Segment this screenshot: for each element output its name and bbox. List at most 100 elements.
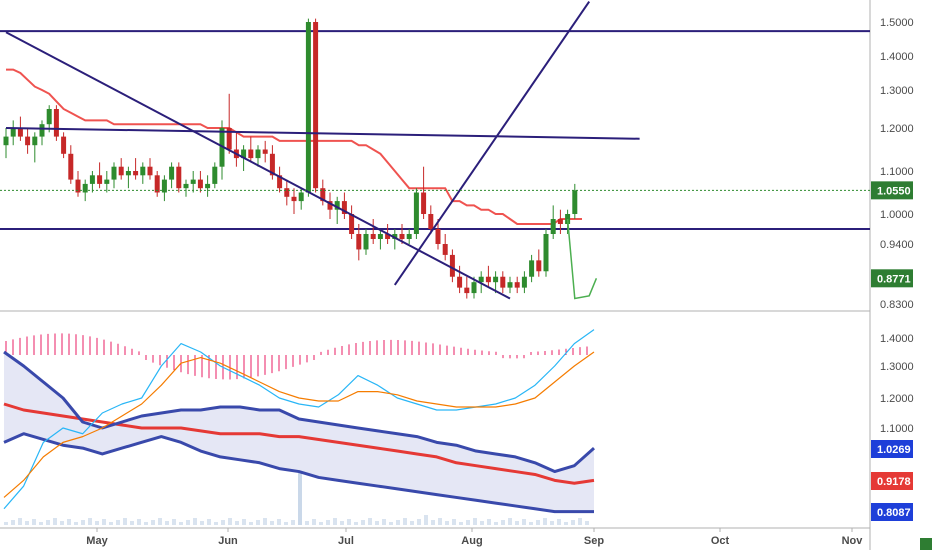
volume-bar xyxy=(424,515,428,525)
candle-body xyxy=(370,234,376,239)
volume-bar xyxy=(305,521,309,525)
candle-body xyxy=(25,136,31,146)
x-tick-label: Oct xyxy=(711,535,730,547)
volume-bar xyxy=(319,522,323,525)
candle-body xyxy=(17,128,23,137)
y-tick-label: 1.2000 xyxy=(880,393,914,405)
volume-bar xyxy=(4,522,8,525)
candle-body xyxy=(89,175,95,184)
y-tick-label: 1.3000 xyxy=(880,85,914,97)
volume-bar xyxy=(452,519,456,525)
candle-body xyxy=(32,136,38,146)
y-tick-label: 1.5000 xyxy=(880,17,914,29)
volume-bar xyxy=(284,522,288,525)
green-line-label: 0.8771 xyxy=(877,273,911,285)
y-tick-label: 1.1000 xyxy=(880,423,914,435)
volume-bar xyxy=(46,520,50,525)
candle-body xyxy=(543,234,549,272)
volume-bar xyxy=(137,519,141,525)
candle-body xyxy=(183,183,189,189)
y-tick-label: 1.0000 xyxy=(880,209,914,221)
candle-body xyxy=(493,276,499,283)
candle-body xyxy=(428,214,434,229)
x-tick-label: Jun xyxy=(218,535,238,547)
volume-bar xyxy=(123,518,127,525)
volume-bar xyxy=(144,522,148,525)
candle-body xyxy=(363,234,369,250)
volume-bar xyxy=(200,521,204,525)
x-tick-label: Jul xyxy=(338,535,354,547)
volume-bar xyxy=(214,522,218,525)
volume-bar xyxy=(361,520,365,525)
volume-bar xyxy=(578,518,582,525)
indicator-badge-label: 0.9178 xyxy=(877,476,911,488)
volume-bar xyxy=(340,521,344,525)
volume-bar xyxy=(564,522,568,525)
volume-bar xyxy=(459,522,463,525)
last-price-label: 1.0550 xyxy=(877,185,911,197)
volume-bar xyxy=(109,522,113,525)
candle-body xyxy=(500,276,506,288)
volume-bar xyxy=(193,518,197,525)
volume-bar xyxy=(522,519,526,525)
volume-bar xyxy=(543,518,547,525)
candle-body xyxy=(521,276,527,288)
candle-body xyxy=(53,109,59,137)
volume-bar xyxy=(39,522,43,525)
volume-bar xyxy=(11,520,15,525)
volume-bar xyxy=(25,521,29,525)
y-tick-label: 1.2000 xyxy=(880,123,914,135)
x-tick-label: May xyxy=(86,535,108,547)
candle-body xyxy=(255,149,261,159)
candle-body xyxy=(212,166,218,184)
x-tick-label: Sep xyxy=(584,535,604,547)
candle-body xyxy=(449,254,455,277)
candle-body xyxy=(10,128,16,137)
volume-bar xyxy=(186,520,190,525)
volume-bar xyxy=(263,518,267,525)
candle-body xyxy=(399,234,405,239)
volume-bar xyxy=(312,519,316,525)
candle-body xyxy=(356,234,362,250)
x-tick-label: Aug xyxy=(461,535,482,547)
volume-bar xyxy=(438,518,442,525)
volume-bar xyxy=(571,520,575,525)
candle-body xyxy=(435,229,441,244)
y-tick-label: 1.4000 xyxy=(880,333,914,345)
candle-body xyxy=(514,282,520,288)
volume-bar xyxy=(445,521,449,525)
candle-body xyxy=(406,234,412,239)
volume-bar xyxy=(389,522,393,525)
candle-body xyxy=(197,179,203,189)
volume-bar xyxy=(557,519,561,525)
candle-body xyxy=(464,287,470,294)
volume-bar xyxy=(333,518,337,525)
volume-bar xyxy=(375,521,379,525)
candle-body xyxy=(111,166,117,180)
volume-bar xyxy=(515,521,519,525)
volume-bar xyxy=(151,520,155,525)
candle-body xyxy=(529,260,535,277)
volume-bar xyxy=(158,518,162,525)
candle-body xyxy=(61,136,67,154)
candle-body xyxy=(68,153,74,180)
volume-bar xyxy=(116,520,120,525)
candle-body xyxy=(97,175,103,184)
volume-bar xyxy=(242,519,246,525)
price-chart[interactable]: 1.5000 1.4000 1.3000 1.2000 1.1000 1.0000 0.94… xyxy=(0,0,932,550)
volume-bar xyxy=(494,522,498,525)
y-tick-label: 1.1000 xyxy=(880,166,914,178)
volume-bar xyxy=(480,521,484,525)
volume-bar xyxy=(550,521,554,525)
volume-bar xyxy=(235,521,239,525)
volume-bar xyxy=(74,522,78,525)
volume-bar xyxy=(32,519,36,525)
y-tick-label: 0.9400 xyxy=(880,239,914,251)
candle-body xyxy=(349,214,355,234)
candle-body xyxy=(205,183,211,189)
candle-body xyxy=(305,22,311,193)
candle-body xyxy=(421,192,427,214)
volume-bar xyxy=(179,522,183,525)
candle-body xyxy=(125,171,131,176)
candle-body xyxy=(284,188,290,197)
